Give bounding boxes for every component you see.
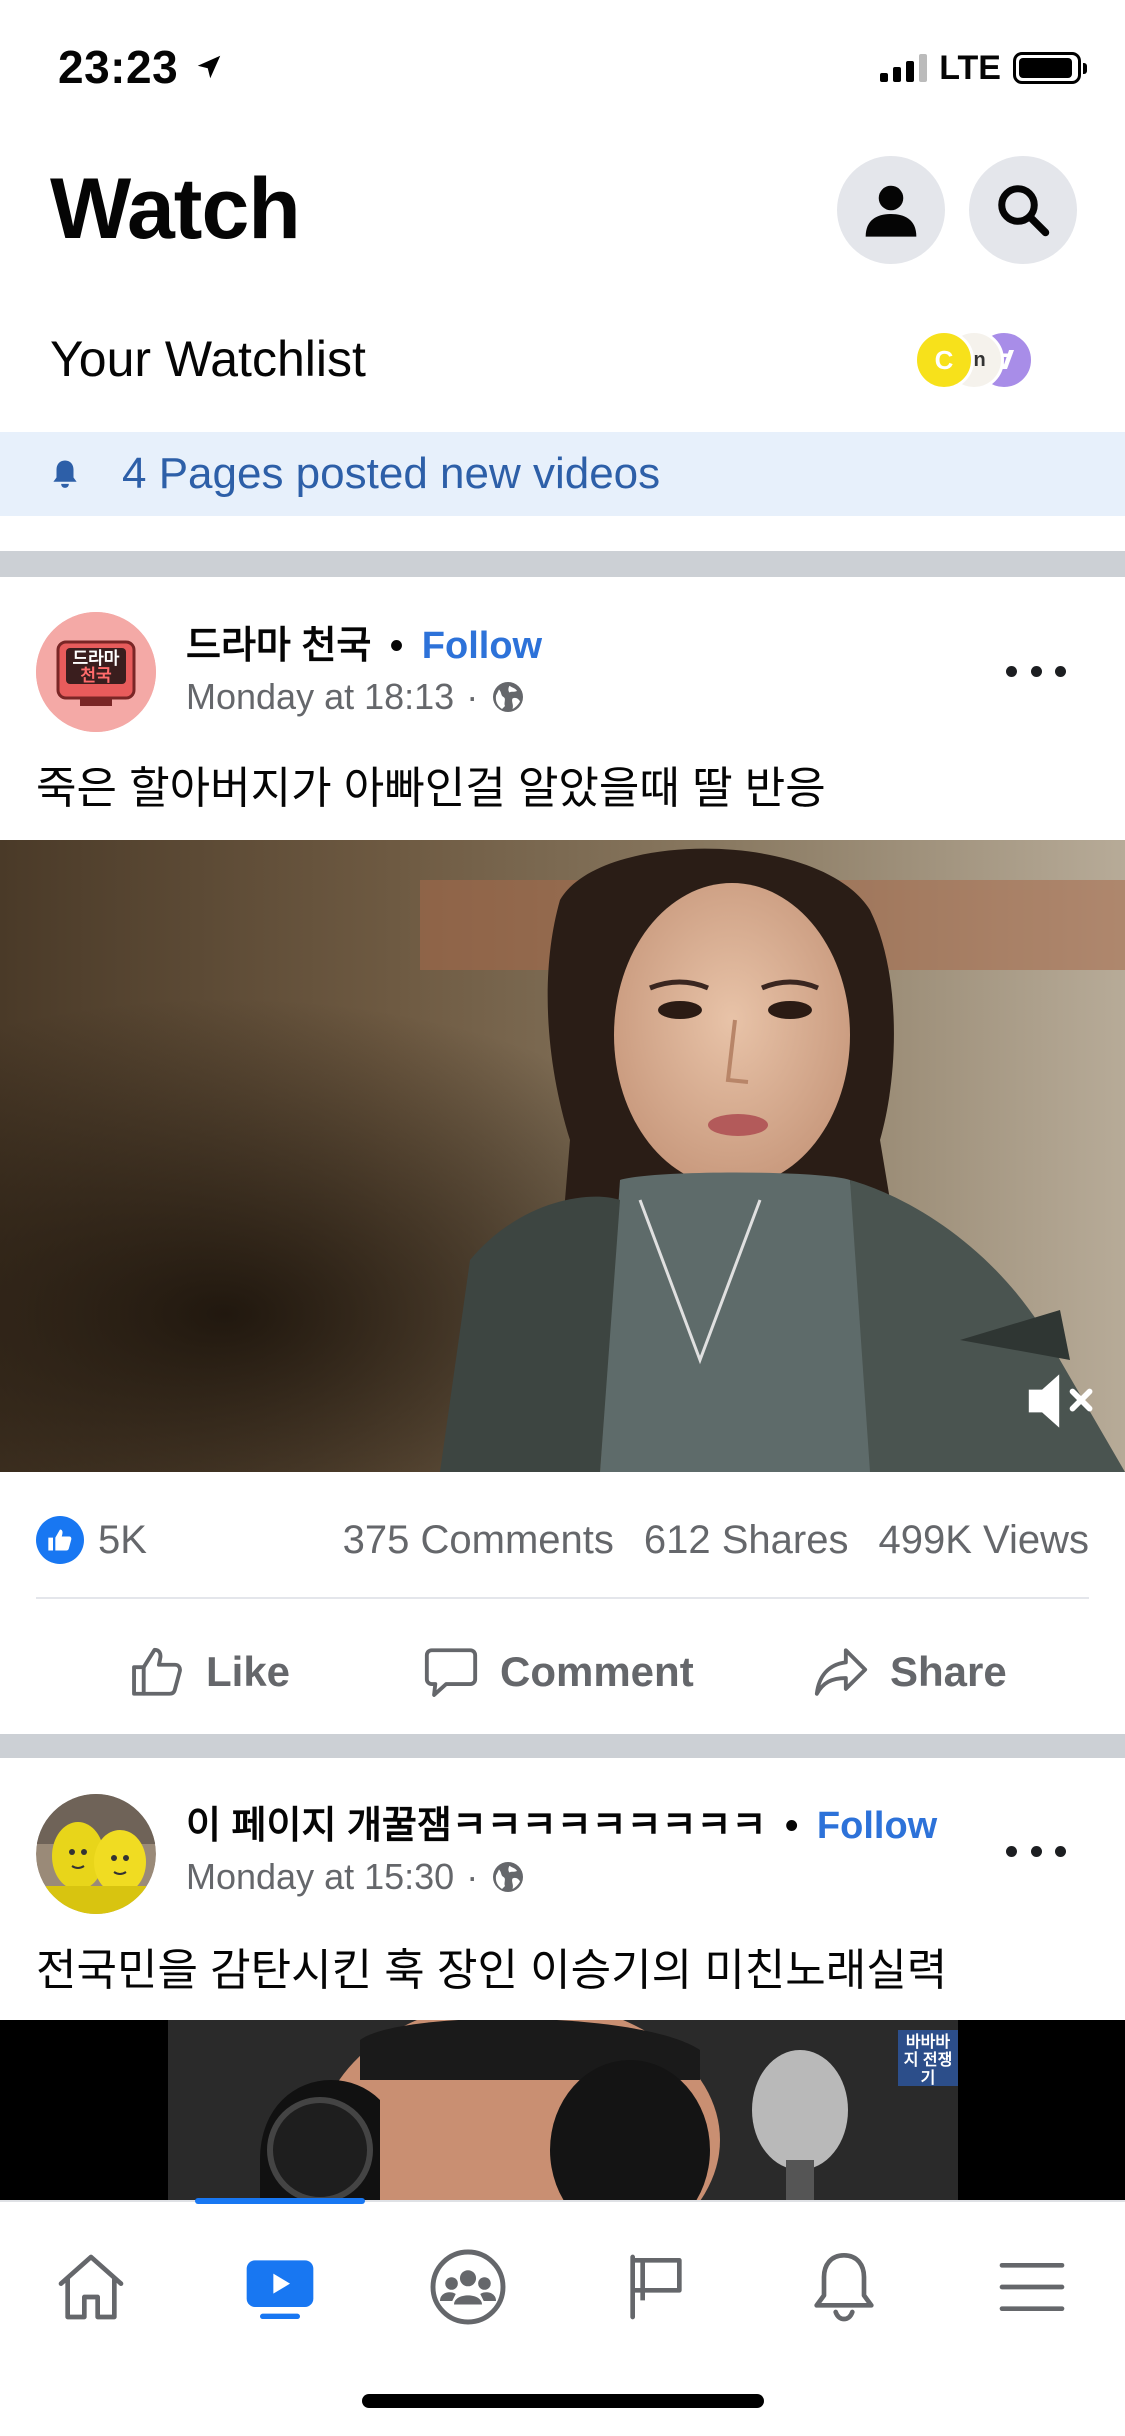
like-reaction-icon: [36, 1516, 84, 1564]
search-icon: [998, 185, 1050, 237]
search-button[interactable]: [969, 156, 1077, 264]
post-meta: Monday at 15:30 ·: [186, 1856, 526, 1898]
more-options-icon[interactable]: [1006, 656, 1066, 686]
page-avatar[interactable]: 드라마 천국: [36, 612, 156, 732]
status-time: 23:23: [58, 41, 179, 93]
profile-button[interactable]: [837, 156, 945, 264]
watch-icon: [246, 2260, 314, 2319]
pages-flag-icon: [630, 2254, 682, 2320]
bell-icon: [53, 460, 77, 488]
home-icon: [58, 2254, 124, 2320]
page-title: Watch: [50, 161, 301, 257]
watchlist-avatar: C: [914, 330, 974, 390]
network-label: LTE: [939, 48, 1001, 87]
location-arrow-icon: [197, 55, 221, 79]
post-caption: 죽은 할아버지가 아빠인걸 알았을때 딸 반응: [36, 764, 826, 813]
post-meta: Monday at 18:13 ·: [186, 676, 526, 718]
like-button[interactable]: Like: [128, 1624, 290, 1720]
comment-bubble-icon: [424, 1648, 478, 1697]
follow-button[interactable]: Follow: [817, 1805, 937, 1847]
share-label: Share: [890, 1648, 1007, 1695]
share-arrow-icon: [814, 1648, 868, 1696]
watchlist-title[interactable]: Your Watchlist: [50, 330, 366, 388]
post-caption: 전국민을 감탄시킨 훅 장인 이승기의 미친노래실력: [36, 1946, 948, 1995]
video-player[interactable]: [0, 840, 1125, 1472]
tab-pages[interactable]: [591, 2232, 721, 2342]
new-videos-text: 4 Pages posted new videos: [122, 449, 661, 498]
view-count: 499K Views: [878, 1517, 1089, 1562]
post-time[interactable]: Monday at 15:30: [186, 1856, 454, 1898]
section-divider: [0, 1734, 1125, 1758]
tab-groups[interactable]: [403, 2232, 533, 2342]
tab-watch[interactable]: [215, 2232, 345, 2342]
watchlist-avatars[interactable]: C .ın Ɐ: [914, 330, 1034, 392]
page-avatar-image: [36, 1794, 156, 1914]
groups-icon: [430, 2249, 506, 2325]
more-options-icon[interactable]: [1006, 1836, 1066, 1866]
notifications-bell-icon: [814, 2253, 874, 2322]
new-videos-banner[interactable]: 4 Pages posted new videos: [0, 432, 1125, 516]
comment-label: Comment: [500, 1648, 694, 1695]
globe-icon: [493, 1862, 524, 1892]
post-actions: Like Comment Share: [0, 1624, 1125, 1720]
post-time[interactable]: Monday at 18:13: [186, 676, 454, 718]
tab-home[interactable]: [26, 2232, 156, 2342]
comment-button[interactable]: Comment: [422, 1624, 694, 1720]
active-tab-indicator: [195, 2198, 365, 2204]
post-page-line: 드라마 천국 • Follow: [186, 614, 542, 669]
battery-icon: [1013, 52, 1087, 84]
person-icon: [865, 185, 917, 237]
video-frame: [168, 2020, 958, 2200]
status-bar: 23:23 LTE: [0, 0, 1125, 132]
signal-strength-icon: [880, 54, 928, 82]
share-count[interactable]: 612 Shares: [644, 1518, 849, 1563]
page-name[interactable]: 드라마 천국: [186, 625, 371, 667]
meta-separator: ·: [466, 1856, 479, 1897]
section-divider: [0, 551, 1125, 577]
menu-icon: [999, 2263, 1065, 2311]
stats-divider: [36, 1597, 1089, 1599]
post-page-line: 이 페이지 개꿀잼ㅋㅋㅋㅋㅋㅋㅋㅋㅋ • Follow: [186, 1794, 937, 1849]
comment-count[interactable]: 375 Comments: [343, 1518, 614, 1563]
home-indicator[interactable]: [362, 2394, 764, 2408]
globe-icon: [493, 682, 524, 712]
status-indicators: LTE: [880, 48, 1087, 88]
follow-button[interactable]: Follow: [422, 625, 542, 667]
tab-menu[interactable]: [967, 2232, 1097, 2342]
meta-separator: ·: [466, 676, 479, 717]
video-frame: [0, 840, 1125, 1472]
avatar-logo-text: 드라마 천국: [72, 649, 120, 685]
like-count[interactable]: 5K: [98, 1518, 147, 1563]
video-player[interactable]: 바바바지 전쟁기: [0, 2020, 1125, 2200]
post-stats: 5K 375 Comments 612 Shares 499K Views: [36, 1508, 1089, 1572]
page-name[interactable]: 이 페이지 개꿀잼ㅋㅋㅋㅋㅋㅋㅋㅋㅋ: [186, 1805, 766, 1847]
tab-notifications[interactable]: [779, 2232, 909, 2342]
mute-icon[interactable]: [1025, 1366, 1101, 1436]
video-overlay-text: 바바바지 전쟁기: [903, 2034, 953, 2087]
like-label: Like: [206, 1648, 291, 1695]
separator: •: [389, 625, 404, 667]
share-button[interactable]: Share: [812, 1624, 1007, 1720]
separator: •: [785, 1805, 799, 1847]
thumbs-up-icon: [132, 1647, 182, 1696]
page-avatar[interactable]: [36, 1794, 156, 1914]
